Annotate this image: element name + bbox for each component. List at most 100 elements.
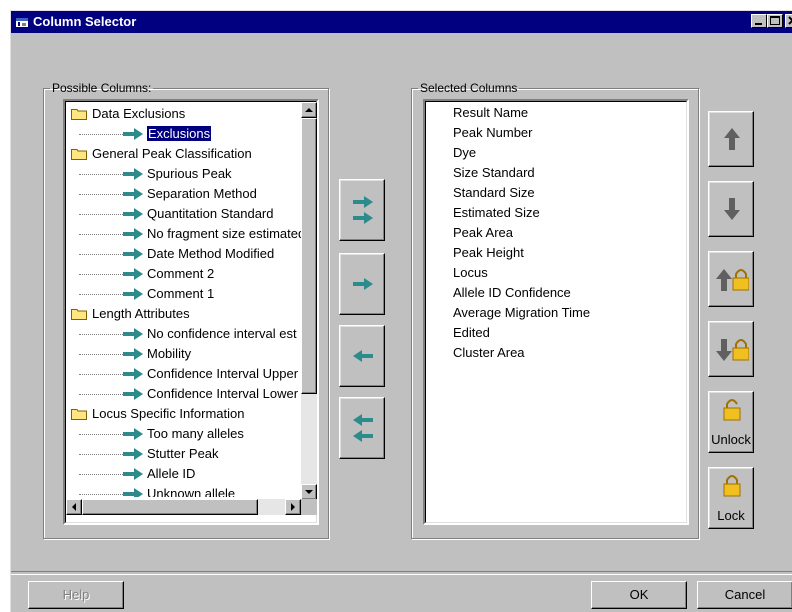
minimize-button[interactable] xyxy=(751,14,767,28)
selected-column-item[interactable]: Estimated Size xyxy=(453,205,540,225)
selected-column-item[interactable]: Edited xyxy=(453,325,490,345)
move-down-lock-button[interactable] xyxy=(708,321,754,377)
tree-arrow-icon xyxy=(123,248,143,260)
tree-item[interactable]: Too many alleles xyxy=(67,424,301,444)
tree-item-label: Confidence Interval Lower xyxy=(147,386,299,401)
selected-column-item[interactable]: Cluster Area xyxy=(453,345,525,365)
tree-category-label: Data Exclusions xyxy=(92,106,186,121)
tree-connector xyxy=(79,214,123,215)
possible-columns-legend: Possible Columns: xyxy=(52,81,152,95)
tree-item[interactable]: Unknown allele xyxy=(67,484,301,497)
tree-item-label: Quantitation Standard xyxy=(147,206,274,221)
tree-item-label: Spurious Peak xyxy=(147,166,232,181)
add-all-button[interactable] xyxy=(339,179,385,241)
tree-item-label: Confidence Interval Upper xyxy=(147,366,299,381)
move-up-lock-button[interactable] xyxy=(708,251,754,307)
selected-column-item[interactable]: Peak Area xyxy=(453,225,513,245)
tree-connector xyxy=(79,194,123,195)
tree-arrow-icon xyxy=(123,468,143,480)
scroll-right-button[interactable] xyxy=(285,499,301,515)
tree-arrow-icon xyxy=(123,488,143,497)
maximize-button[interactable] xyxy=(767,14,783,28)
tree-item[interactable]: Stutter Peak xyxy=(67,444,301,464)
remove-all-button[interactable] xyxy=(339,397,385,459)
tree-connector xyxy=(79,374,123,375)
tree-connector xyxy=(79,294,123,295)
selected-column-item[interactable]: Locus xyxy=(453,265,488,285)
move-up-button[interactable] xyxy=(708,111,754,167)
tree-connector xyxy=(79,274,123,275)
tree-arrow-icon xyxy=(123,128,143,140)
vertical-scrollbar[interactable] xyxy=(301,102,317,500)
folder-icon xyxy=(71,109,87,120)
tree-arrow-icon xyxy=(123,428,143,440)
tree-item-label: Comment 1 xyxy=(147,286,215,301)
selected-column-item[interactable]: Allele ID Confidence xyxy=(453,285,571,305)
tree-item[interactable]: No fragment size estimated xyxy=(67,224,301,244)
scroll-up-button[interactable] xyxy=(301,102,317,118)
tree-item[interactable]: Exclusions xyxy=(67,124,301,144)
scroll-left-icon xyxy=(72,503,76,511)
tree-connector xyxy=(79,334,123,335)
selected-column-item[interactable]: Size Standard xyxy=(453,165,535,185)
scroll-down-button[interactable] xyxy=(301,484,317,500)
horizontal-scrollbar[interactable] xyxy=(66,499,301,515)
tree-item[interactable]: Confidence Interval Upper xyxy=(67,364,301,384)
tree-item[interactable]: Comment 1 xyxy=(67,284,301,304)
possible-columns-tree[interactable]: Data Exclusions Exclusions General Peak Cl… xyxy=(63,99,319,525)
tree-item[interactable]: No confidence interval est xyxy=(67,324,301,344)
tree-item[interactable]: Allele ID xyxy=(67,464,301,484)
tree-item-label: Separation Method xyxy=(147,186,257,201)
tree-item-label: Stutter Peak xyxy=(147,446,219,461)
tree-connector xyxy=(79,434,123,435)
window-title: Column Selector xyxy=(33,14,137,29)
close-button[interactable] xyxy=(785,14,792,28)
selected-column-item[interactable]: Standard Size xyxy=(453,185,535,205)
unlock-button[interactable]: Unlock xyxy=(708,391,754,453)
tree-connector xyxy=(79,174,123,175)
lock-icon xyxy=(723,475,741,497)
tree-item-label: Too many alleles xyxy=(147,426,244,441)
tree-item[interactable]: Confidence Interval Lower xyxy=(67,384,301,404)
title-bar[interactable]: Column Selector xyxy=(11,11,792,33)
selected-column-item[interactable]: Average Migration Time xyxy=(453,305,590,325)
selected-columns-legend: Selected Columns xyxy=(420,81,518,95)
help-button[interactable]: Help xyxy=(28,581,124,609)
ok-button[interactable]: OK xyxy=(591,581,687,609)
tree-item-label: Allele ID xyxy=(147,466,196,481)
tree-item[interactable]: Spurious Peak xyxy=(67,164,301,184)
vertical-scroll-thumb[interactable] xyxy=(301,118,317,394)
down-arrow-lock-icon xyxy=(716,339,749,361)
tree-arrow-icon xyxy=(123,388,143,400)
horizontal-scroll-thumb[interactable] xyxy=(82,499,258,515)
tree-item[interactable]: Date Method Modified xyxy=(67,244,301,264)
tree-item[interactable]: Comment 2 xyxy=(67,264,301,284)
selected-column-item[interactable]: Peak Height xyxy=(453,245,524,265)
right-arrow-icon xyxy=(353,278,373,290)
tree-connector xyxy=(79,234,123,235)
tree-connector xyxy=(79,394,123,395)
column-selector-window: Column Selector Possible Columns: Data E… xyxy=(10,10,792,612)
selected-column-item[interactable]: Peak Number xyxy=(453,125,532,145)
selected-column-item[interactable]: Result Name xyxy=(453,105,528,125)
add-button[interactable] xyxy=(339,253,385,315)
down-arrow-icon xyxy=(724,198,740,220)
tree-arrow-icon xyxy=(123,448,143,460)
move-down-button[interactable] xyxy=(708,181,754,237)
selected-column-item[interactable]: Dye xyxy=(453,145,476,165)
tree-view[interactable]: Data Exclusions Exclusions General Peak Cl… xyxy=(67,103,301,497)
up-arrow-lock-icon xyxy=(716,269,749,291)
folder-icon xyxy=(71,149,87,160)
scroll-left-button[interactable] xyxy=(66,499,82,515)
tree-item[interactable]: Quantitation Standard xyxy=(67,204,301,224)
tree-connector xyxy=(79,494,123,495)
tree-item[interactable]: Separation Method xyxy=(67,184,301,204)
unlock-icon xyxy=(723,399,741,421)
cancel-button[interactable]: Cancel xyxy=(697,581,792,609)
remove-button[interactable] xyxy=(339,325,385,387)
tree-item[interactable]: Mobility xyxy=(67,344,301,364)
selected-columns-list[interactable]: Result Name Peak Number Dye Size Standard St… xyxy=(423,99,689,525)
scroll-up-icon xyxy=(305,108,313,112)
lock-button[interactable]: Lock xyxy=(708,467,754,529)
double-left-arrow-icon xyxy=(353,414,373,442)
